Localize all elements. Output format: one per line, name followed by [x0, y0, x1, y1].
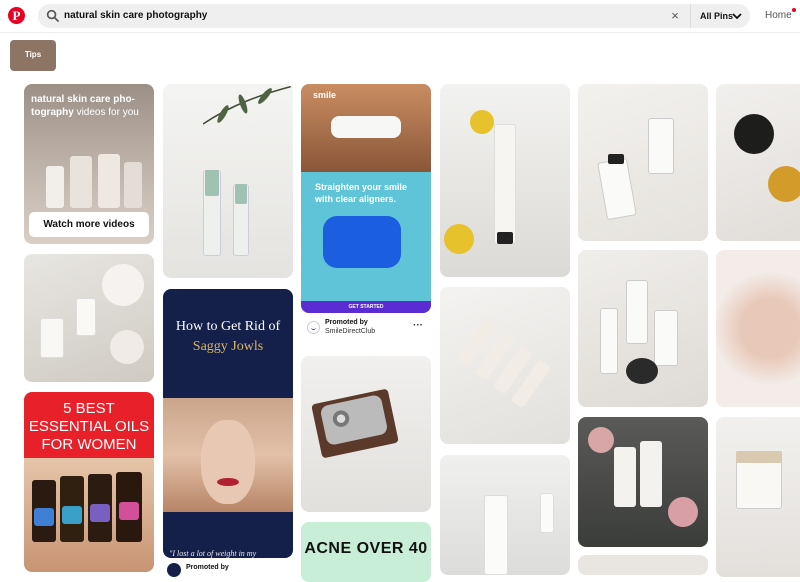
- pin-image[interactable]: [578, 417, 708, 547]
- all-pins-label: All Pins: [700, 11, 734, 21]
- bottle-label: [62, 506, 82, 524]
- close-icon[interactable]: ×: [669, 9, 681, 23]
- pin-image[interactable]: [578, 555, 708, 575]
- pin-image[interactable]: [24, 254, 154, 382]
- get-started-button[interactable]: GET STARTED: [301, 301, 431, 313]
- product-image: [640, 441, 662, 507]
- tips-label: Tips: [24, 50, 42, 59]
- product-image: [98, 154, 120, 208]
- bottle-label: [90, 504, 110, 522]
- promoted-by-label: Promoted by: [186, 564, 229, 571]
- product-jar: [736, 457, 782, 509]
- product-jar: [734, 114, 774, 154]
- product-image: [540, 493, 554, 533]
- product-image: [494, 124, 516, 244]
- pin-image[interactable]: [716, 250, 800, 407]
- face-image: [163, 398, 293, 512]
- smile-headline: Straighten your smile with clear aligner…: [315, 182, 408, 204]
- flower-image: [470, 110, 494, 134]
- pin-image[interactable]: [440, 287, 570, 444]
- product-image: [40, 318, 64, 358]
- product-image: [484, 495, 508, 575]
- product-image: [597, 157, 637, 221]
- product-image: [626, 280, 648, 344]
- pin-image[interactable]: [716, 84, 800, 241]
- pinterest-logo-icon[interactable]: P: [8, 7, 25, 24]
- search-bar[interactable]: natural skin care photography ×: [38, 4, 690, 28]
- pin-image[interactable]: [440, 84, 570, 277]
- product-image: [648, 118, 674, 174]
- search-input[interactable]: natural skin care photography: [64, 10, 207, 21]
- flower-image: [110, 330, 144, 364]
- smile-direct-pin[interactable]: smile Straighten your smile with clear a…: [301, 84, 431, 313]
- all-pins-dropdown[interactable]: All Pins: [690, 4, 750, 28]
- home-link[interactable]: Home: [765, 10, 792, 21]
- pin-image[interactable]: [716, 417, 800, 577]
- video-card-title: natural skin care pho-tography videos fo…: [31, 94, 139, 118]
- product-image: [124, 162, 142, 208]
- essential-oils-pin[interactable]: 5 BEST ESSENTIAL OILS FOR WOMEN: [24, 392, 154, 572]
- jowls-quote: "I lost a lot of weight in my: [169, 549, 257, 558]
- search-icon: [46, 9, 59, 22]
- flower-image: [668, 497, 698, 527]
- pin-image[interactable]: [578, 250, 708, 407]
- more-options-icon[interactable]: ···: [413, 320, 423, 331]
- product-jar: [626, 358, 658, 384]
- banner-line: 5 BEST: [63, 400, 115, 417]
- product-cap: [736, 451, 782, 463]
- pin-image[interactable]: [440, 455, 570, 575]
- chevron-down-icon: [732, 13, 742, 20]
- product-image: [76, 298, 96, 336]
- acne-pin[interactable]: ACNE OVER 40: [301, 522, 431, 582]
- branch-image: [203, 85, 293, 125]
- pin-image[interactable]: [163, 84, 293, 278]
- product-image: [614, 447, 636, 507]
- product-image: [600, 308, 618, 374]
- pin-image[interactable]: [578, 84, 708, 241]
- flower-image: [444, 224, 474, 254]
- product-image: [70, 156, 92, 208]
- hand-image: [24, 458, 154, 572]
- saggy-jowls-pin[interactable]: How to Get Rid of Saggy Jowls "I lost a …: [163, 289, 293, 558]
- banner-line: ESSENTIAL OILS: [28, 418, 150, 435]
- aligner-case-image: [323, 216, 401, 268]
- advertiser-avatar[interactable]: [307, 321, 320, 334]
- promoted-by-label: Promoted by: [325, 319, 368, 326]
- product-cap: [497, 232, 513, 244]
- banner-line: FOR WOMEN: [41, 436, 137, 453]
- advertiser-avatar[interactable]: [167, 563, 181, 577]
- tips-button[interactable]: Tips: [10, 40, 56, 71]
- header-divider: [0, 32, 800, 33]
- notification-dot: [792, 8, 796, 12]
- header: P natural skin care photography × All Pi…: [0, 0, 800, 32]
- smile-brand: smile: [313, 90, 337, 100]
- video-card[interactable]: natural skin care pho-tography videos fo…: [24, 84, 154, 244]
- advertiser-name[interactable]: SmileDirectClub: [325, 328, 375, 335]
- bottle-label: [34, 508, 54, 526]
- product-cap: [608, 154, 624, 164]
- essential-oils-banner: 5 BEST ESSENTIAL OILS FOR WOMEN: [24, 392, 154, 458]
- bottle-label: [119, 502, 139, 520]
- flower-image: [588, 427, 614, 453]
- jowls-headline: How to Get Rid of Saggy Jowls: [175, 319, 281, 354]
- flower-image: [102, 264, 144, 306]
- product-cap: [235, 184, 247, 204]
- acne-headline: ACNE OVER 40: [304, 540, 428, 557]
- product-image: [654, 310, 678, 366]
- pin-image[interactable]: [301, 356, 431, 512]
- product-jar: [768, 166, 800, 202]
- product-image: [46, 166, 64, 208]
- watch-more-videos-button[interactable]: Watch more videos: [29, 212, 149, 237]
- product-cap: [205, 170, 219, 196]
